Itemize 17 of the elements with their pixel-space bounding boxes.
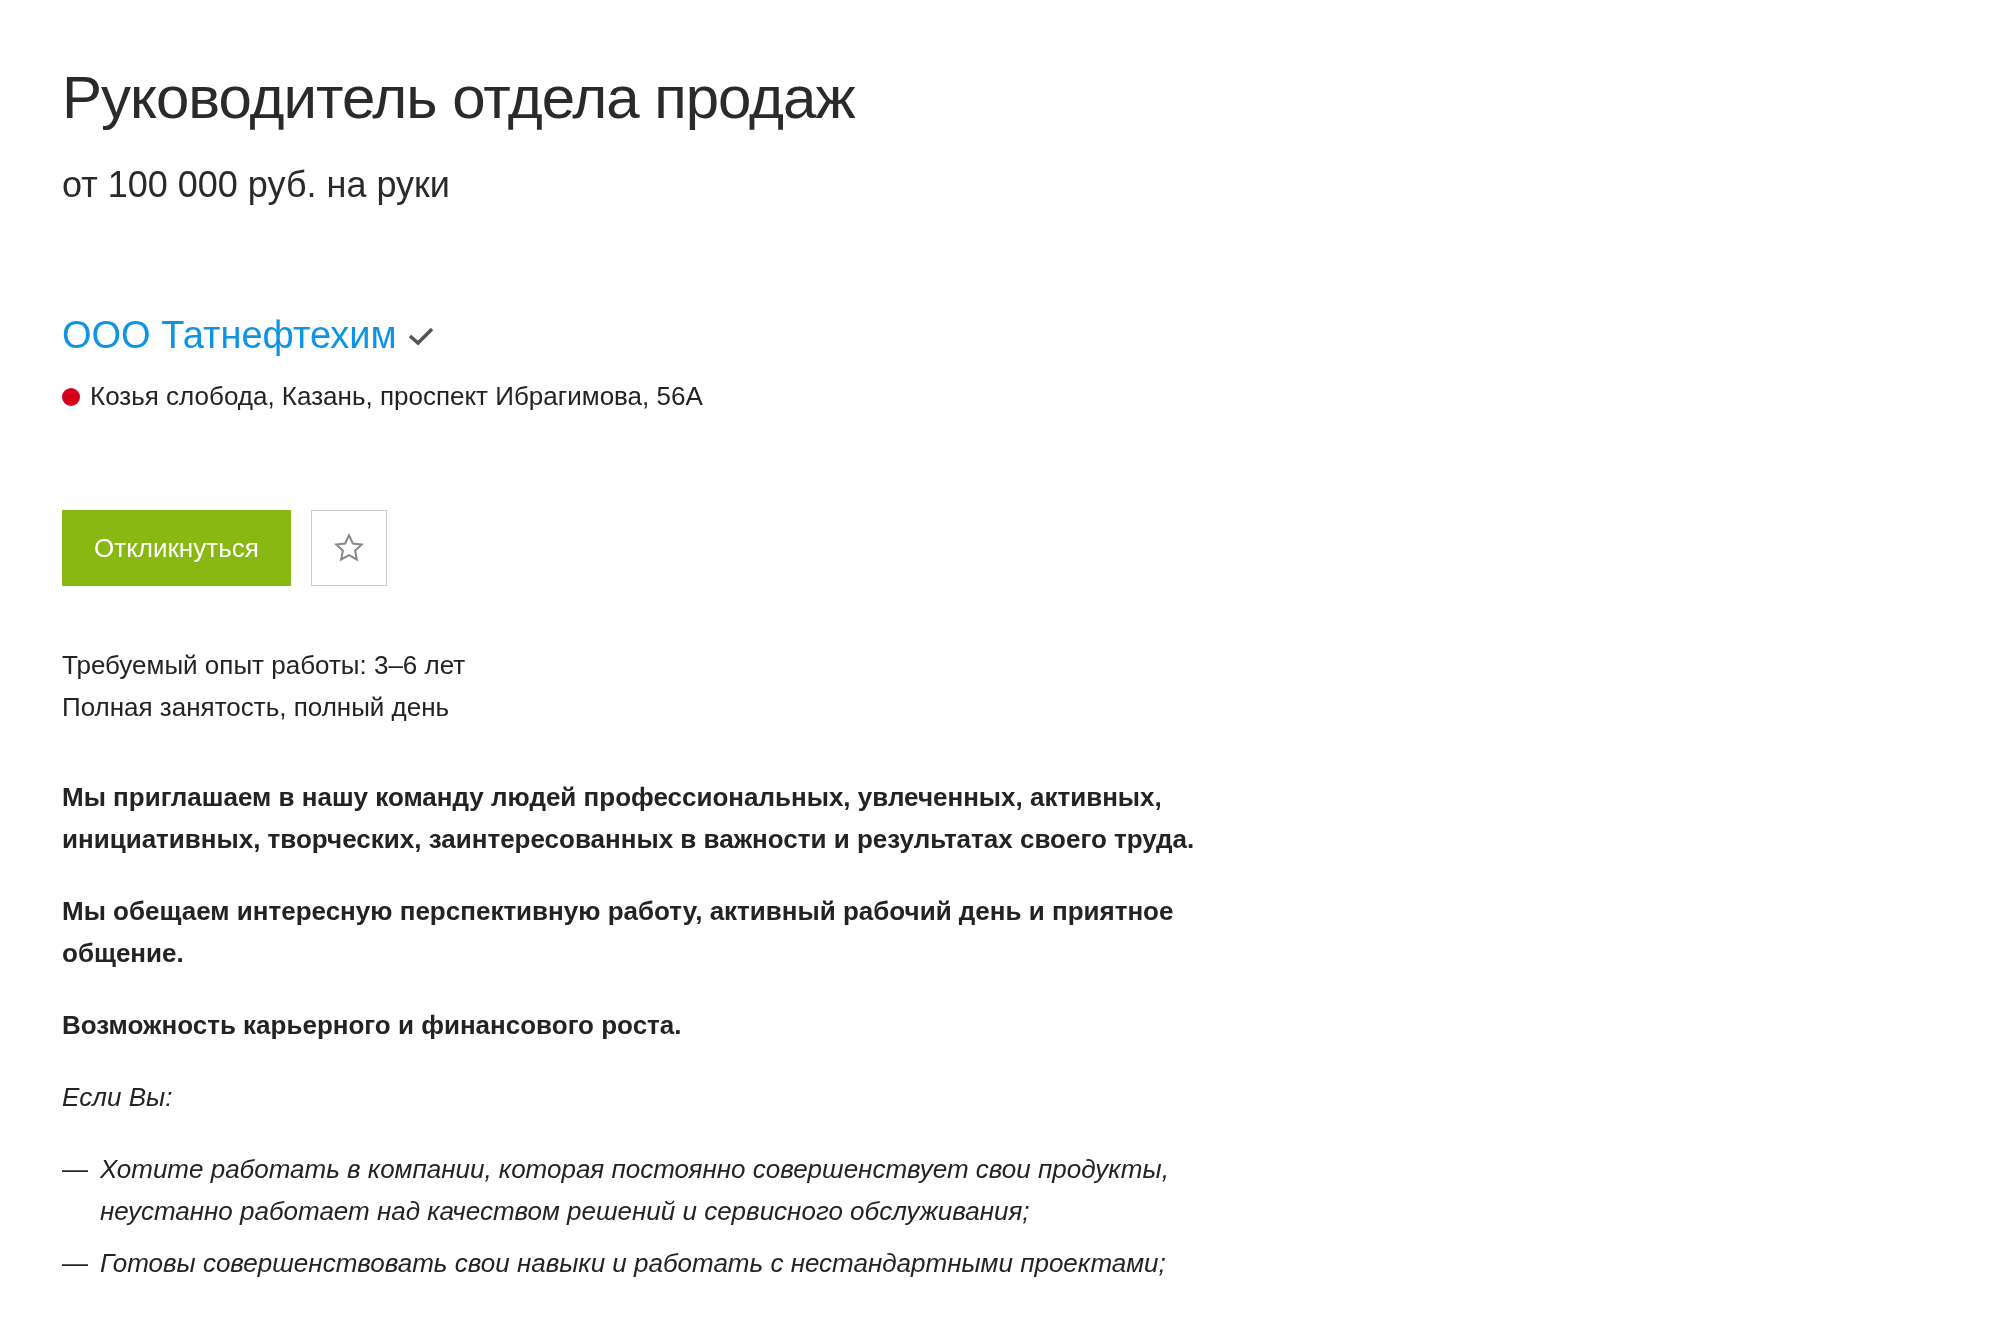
respond-button[interactable]: Откликнуться — [62, 510, 291, 586]
condition-text: Полная занятость, полный день — [62, 691, 451, 724]
list-dash: — — [62, 1153, 88, 1186]
address: Козья слобода, Казань, проспект Ибрагимова, 56А — [90, 381, 703, 412]
star-icon — [332, 532, 365, 564]
vacancy-title: Руководитель отдела продаж — [62, 63, 856, 133]
list-dash: — — [62, 1247, 88, 1280]
salary: от 100 000 руб. на руки — [62, 164, 451, 206]
company-link[interactable]: ООО Татнефтехим — [62, 314, 397, 357]
description-paragraph: Возможность карьерного и финансового роста. — [62, 1009, 683, 1042]
description-paragraph: Мы приглашаем в нашу команду людей профессиональных, увлеченных, активных, инициативных, творческих, заинтересованных в важности и результатах своего труда. — [62, 781, 1196, 856]
list-item-text: Хотите работать в компании, которая постоянно совершенствует свои продукты, неустанно работает над качеством решений и сервисного обслуживания; — [100, 1153, 1170, 1228]
condition-text: Требуемый опыт работы: 3–6 лет — [62, 649, 467, 682]
description-paragraph: Если Вы: — [62, 1081, 174, 1114]
description-paragraph: Мы обещаем интересную перспективную работу, активный рабочий день и приятное общение. — [62, 895, 1175, 970]
list-item-text: Готовы совершенствовать свои навыки и работать с нестандартными проектами; — [100, 1247, 1166, 1280]
favorite-button[interactable] — [310, 510, 387, 586]
